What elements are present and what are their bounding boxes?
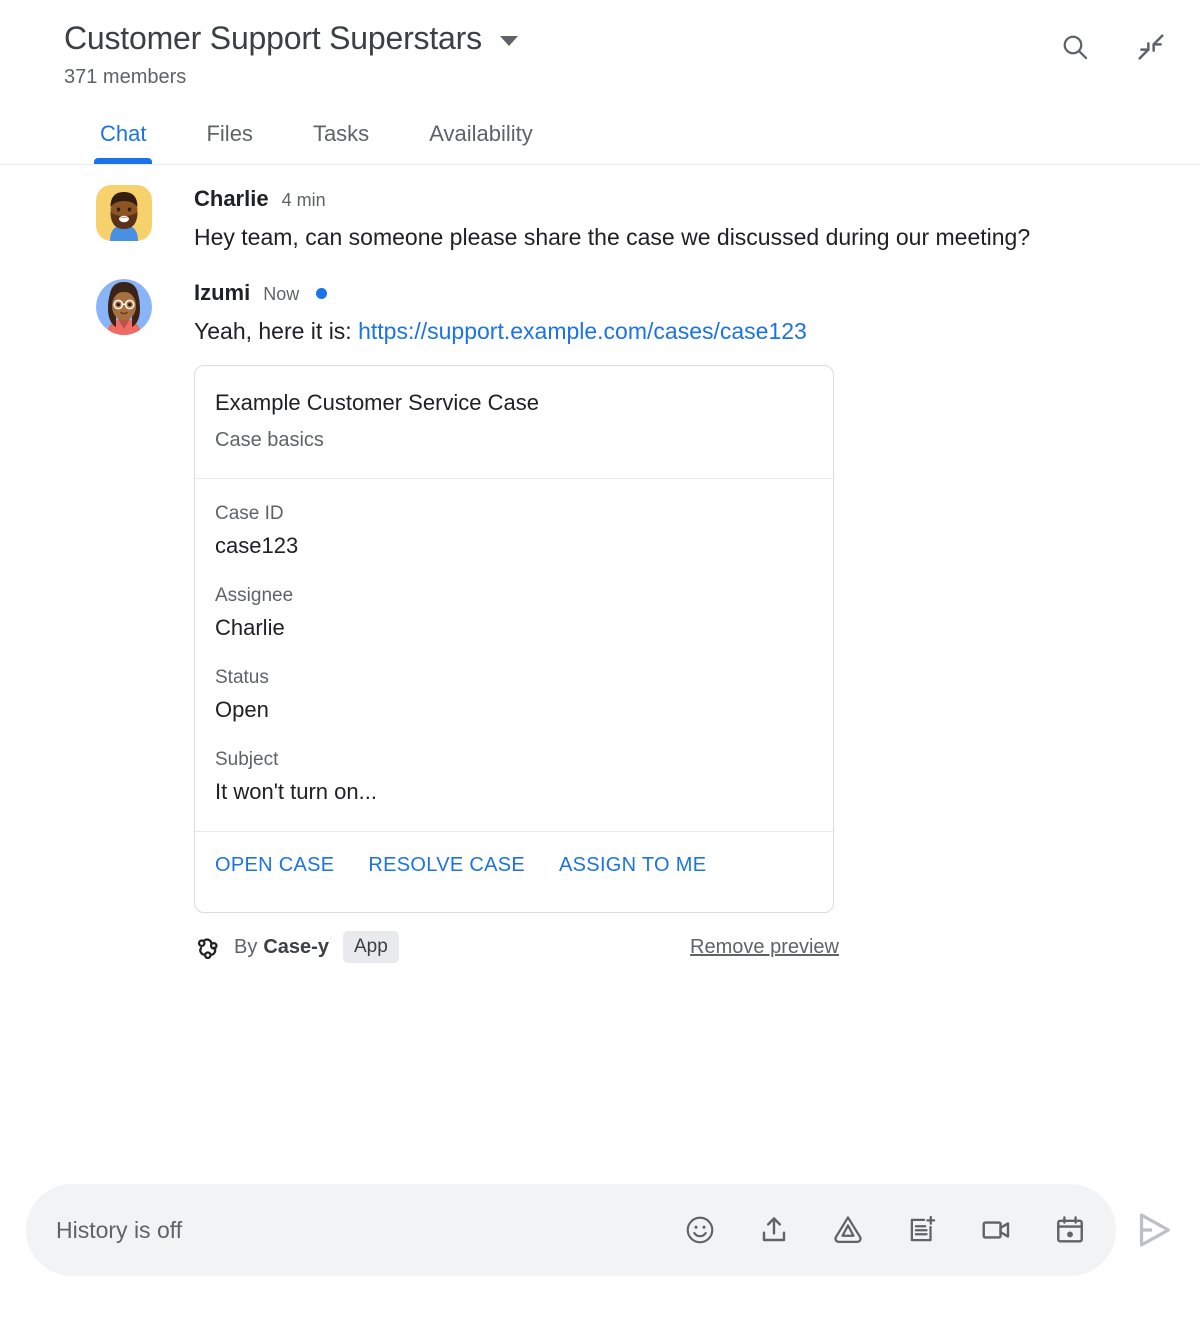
resolve-case-button[interactable]: RESOLVE CASE	[368, 852, 525, 878]
card-field-case-id: Case ID case123	[215, 501, 813, 561]
message-list: Charlie 4 min Hey team, can someone plea…	[0, 165, 1200, 1166]
field-label: Status	[215, 667, 269, 688]
message-text-prefix: Yeah, here it is:	[194, 318, 359, 344]
page-title: Customer Support Superstars	[64, 20, 482, 56]
card-title: Example Customer Service Case	[215, 390, 540, 415]
avatar[interactable]	[96, 185, 152, 241]
collapse-arrows-icon[interactable]	[1134, 30, 1168, 64]
tab-chat[interactable]: Chat	[93, 112, 153, 164]
case-link[interactable]: https://support.example.com/cases/case12…	[358, 318, 807, 344]
card-field-subject: Subject It won't turn on...	[215, 747, 813, 807]
webhook-icon	[194, 933, 222, 961]
calendar-icon[interactable]	[1050, 1210, 1090, 1250]
app-name-label: Case-y	[263, 936, 329, 958]
member-count-label: 371 members	[64, 66, 187, 88]
google-drive-icon[interactable]	[828, 1210, 868, 1250]
by-label: By	[234, 936, 258, 958]
video-camera-icon[interactable]	[976, 1210, 1016, 1250]
send-button[interactable]	[1122, 1198, 1186, 1262]
room-tabs: Chat Files Tasks Availability	[0, 112, 1200, 165]
tab-tasks-label: Tasks	[312, 121, 370, 146]
open-case-button[interactable]: OPEN CASE	[215, 852, 334, 878]
message-header: Charlie 4 min	[194, 185, 1030, 213]
card-field-assignee: Assignee Charlie	[215, 583, 813, 643]
unread-indicator-dot	[316, 287, 328, 299]
header-actions	[1058, 30, 1168, 64]
message-timestamp: Now	[263, 284, 300, 304]
message-sender: Izumi	[194, 280, 251, 305]
message-text: Yeah, here it is: https://support.exampl…	[194, 313, 839, 349]
tab-files-label: Files	[206, 121, 253, 146]
tab-availability[interactable]: Availability	[425, 112, 537, 164]
message-input[interactable]: History is off	[56, 1215, 680, 1245]
card-header: Example Customer Service Case Case basic…	[195, 366, 833, 479]
field-value: Open	[215, 697, 269, 722]
search-icon[interactable]	[1058, 30, 1092, 64]
app-badge: App	[342, 931, 399, 963]
message-body: Charlie 4 min Hey team, can someone plea…	[194, 183, 1030, 255]
field-value: Charlie	[215, 615, 285, 640]
chevron-down-icon[interactable]	[499, 36, 518, 46]
message-timestamp: 4 min	[281, 190, 326, 210]
composer-bar: History is off	[0, 1166, 1200, 1276]
message-text: Hey team, can someone please share the c…	[194, 224, 1031, 250]
message-header: Izumi Now	[194, 279, 839, 307]
case-preview-card: Example Customer Service Case Case basic…	[194, 365, 834, 913]
message-item: Charlie 4 min Hey team, can someone plea…	[0, 183, 1176, 255]
add-document-icon[interactable]	[902, 1210, 942, 1250]
emoji-icon[interactable]	[680, 1210, 720, 1250]
field-label: Assignee	[215, 585, 294, 606]
chat-room-window: Customer Support Superstars 371 members	[0, 0, 1200, 1336]
message-input-container[interactable]: History is off	[26, 1184, 1116, 1276]
card-attribution-footer: By Case-y App Remove preview	[194, 931, 839, 963]
upload-icon[interactable]	[754, 1210, 794, 1250]
tab-chat-label: Chat	[100, 121, 147, 146]
tab-tasks[interactable]: Tasks	[309, 112, 373, 164]
card-fields: Case ID case123 Assignee Charlie Status …	[195, 479, 833, 832]
assign-to-me-button[interactable]: ASSIGN TO ME	[559, 852, 706, 878]
message-body: Izumi Now Yeah, here it is: https://supp…	[194, 277, 839, 963]
field-value: It won't turn on...	[215, 779, 377, 804]
field-label: Subject	[215, 749, 279, 770]
remove-preview-link[interactable]: Remove preview	[690, 934, 839, 960]
room-header: Customer Support Superstars 371 members	[0, 0, 1200, 90]
tab-files[interactable]: Files	[202, 112, 256, 164]
card-field-status: Status Open	[215, 665, 813, 725]
field-label: Case ID	[215, 503, 284, 524]
field-value: case123	[215, 533, 299, 558]
card-subtitle: Case basics	[215, 429, 324, 451]
message-sender: Charlie	[194, 186, 269, 211]
card-actions: OPEN CASE RESOLVE CASE ASSIGN TO ME	[195, 832, 833, 912]
avatar[interactable]	[96, 279, 152, 335]
composer-icons	[680, 1210, 1090, 1250]
message-item: Izumi Now Yeah, here it is: https://supp…	[0, 277, 1176, 963]
tab-availability-label: Availability	[429, 121, 533, 146]
bottom-spacer	[0, 1276, 1200, 1336]
room-title-row: Customer Support Superstars	[64, 18, 1176, 58]
